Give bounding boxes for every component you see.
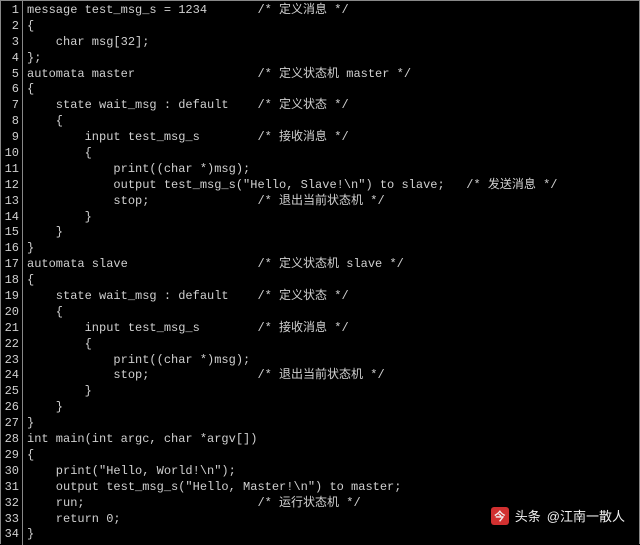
line-number: 9 xyxy=(3,130,19,146)
code-line: } xyxy=(27,384,639,400)
line-number: 4 xyxy=(3,51,19,67)
line-number: 29 xyxy=(3,448,19,464)
watermark: 今 头条 @江南一散人 xyxy=(491,506,625,525)
code-line: } xyxy=(27,527,639,543)
code-content: message test_msg_s = 1234 /* 定义消息 */{ ch… xyxy=(23,1,639,545)
code-line: output test_msg_s("Hello, Master!\n") to… xyxy=(27,480,639,496)
line-number: 21 xyxy=(3,321,19,337)
line-number: 18 xyxy=(3,273,19,289)
code-line: message test_msg_s = 1234 /* 定义消息 */ xyxy=(27,3,639,19)
line-number: 14 xyxy=(3,210,19,226)
watermark-handle: @江南一散人 xyxy=(547,506,625,525)
code-line: print((char *)msg); xyxy=(27,162,639,178)
line-number: 15 xyxy=(3,225,19,241)
line-number: 25 xyxy=(3,384,19,400)
line-number: 20 xyxy=(3,305,19,321)
line-number: 28 xyxy=(3,432,19,448)
line-number: 7 xyxy=(3,98,19,114)
code-line: { xyxy=(27,82,639,98)
line-number: 34 xyxy=(3,527,19,543)
code-line: input test_msg_s /* 接收消息 */ xyxy=(27,130,639,146)
line-number: 1 xyxy=(3,3,19,19)
line-number: 2 xyxy=(3,19,19,35)
line-number: 23 xyxy=(3,353,19,369)
line-number: 24 xyxy=(3,368,19,384)
line-number: 3 xyxy=(3,35,19,51)
line-number: 8 xyxy=(3,114,19,130)
code-line: automata master /* 定义状态机 master */ xyxy=(27,67,639,83)
code-line: stop; /* 退出当前状态机 */ xyxy=(27,368,639,384)
code-line: } xyxy=(27,400,639,416)
code-line: } xyxy=(27,210,639,226)
line-number: 19 xyxy=(3,289,19,305)
line-number-gutter: 1234567891011121314151617181920212223242… xyxy=(1,1,23,545)
code-line: output test_msg_s("Hello, Slave!\n") to … xyxy=(27,178,639,194)
code-line: { xyxy=(27,114,639,130)
line-number: 16 xyxy=(3,241,19,257)
code-line: { xyxy=(27,337,639,353)
line-number: 11 xyxy=(3,162,19,178)
code-line: }; xyxy=(27,51,639,67)
code-line: } xyxy=(27,416,639,432)
line-number: 31 xyxy=(3,480,19,496)
line-number: 33 xyxy=(3,512,19,528)
code-line: { xyxy=(27,305,639,321)
toutiao-icon: 今 xyxy=(491,507,509,525)
line-number: 32 xyxy=(3,496,19,512)
watermark-brand: 头条 xyxy=(515,506,541,525)
line-number: 6 xyxy=(3,82,19,98)
code-line: { xyxy=(27,273,639,289)
code-line: } xyxy=(27,225,639,241)
line-number: 17 xyxy=(3,257,19,273)
code-line: { xyxy=(27,146,639,162)
code-line: print((char *)msg); xyxy=(27,353,639,369)
line-number: 13 xyxy=(3,194,19,210)
code-line: print("Hello, World!\n"); xyxy=(27,464,639,480)
line-number: 10 xyxy=(3,146,19,162)
code-editor: 1234567891011121314151617181920212223242… xyxy=(1,1,639,545)
line-number: 27 xyxy=(3,416,19,432)
code-line: stop; /* 退出当前状态机 */ xyxy=(27,194,639,210)
code-line: } xyxy=(27,241,639,257)
code-line: { xyxy=(27,448,639,464)
code-line: state wait_msg : default /* 定义状态 */ xyxy=(27,289,639,305)
code-line: int main(int argc, char *argv[]) xyxy=(27,432,639,448)
line-number: 30 xyxy=(3,464,19,480)
line-number: 12 xyxy=(3,178,19,194)
line-number: 26 xyxy=(3,400,19,416)
code-line: char msg[32]; xyxy=(27,35,639,51)
line-number: 22 xyxy=(3,337,19,353)
code-line: input test_msg_s /* 接收消息 */ xyxy=(27,321,639,337)
code-line: state wait_msg : default /* 定义状态 */ xyxy=(27,98,639,114)
line-number: 5 xyxy=(3,67,19,83)
code-line: { xyxy=(27,19,639,35)
code-line: automata slave /* 定义状态机 slave */ xyxy=(27,257,639,273)
